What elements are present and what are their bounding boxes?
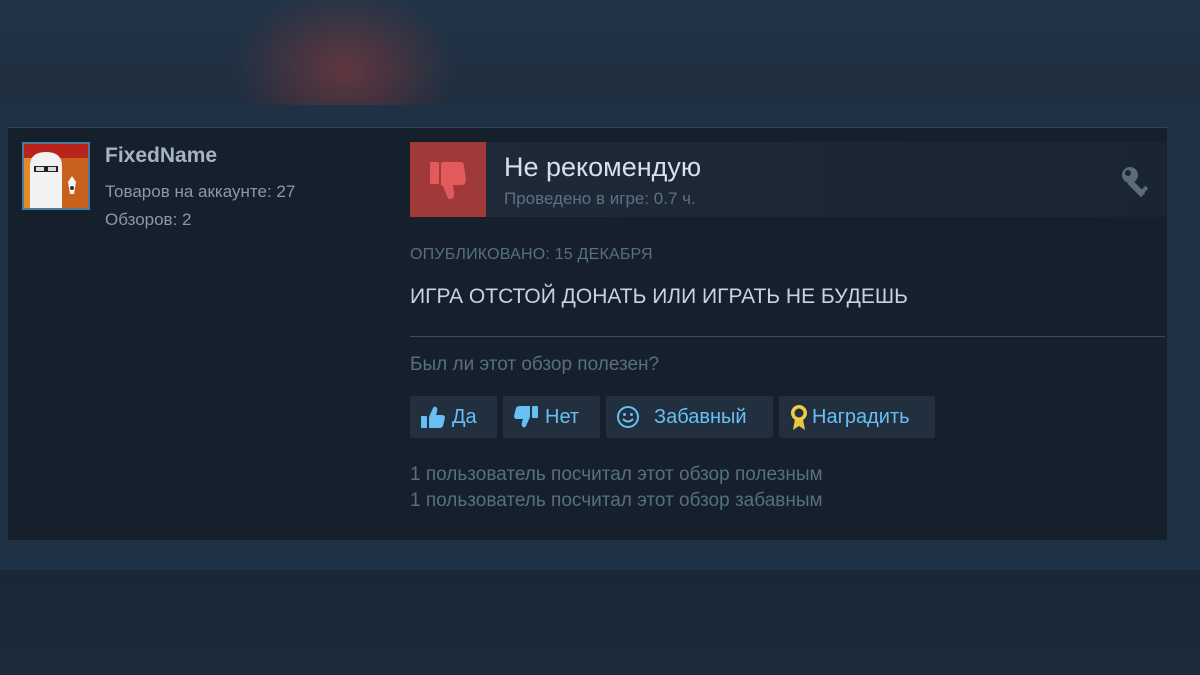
divider <box>410 336 1165 337</box>
review-text: ИГРА ОТСТОЙ ДОНАТЬ ИЛИ ИГРАТЬ НЕ БУДЕШЬ <box>410 285 908 308</box>
vote-info: 1 пользователь посчитал этот обзор полез… <box>410 462 823 514</box>
vote-funny-button[interactable]: Забавный <box>606 396 773 438</box>
reviews-count[interactable]: Обзоров: 2 <box>105 210 192 230</box>
avatar[interactable] <box>22 142 90 210</box>
vote-funny-label: Забавный <box>654 405 747 428</box>
helpful-question: Был ли этот обзор полезен? <box>410 354 660 375</box>
award-label: Наградить <box>812 405 910 428</box>
thumbs-down-icon <box>513 405 539 429</box>
thumbs-up-icon <box>420 405 446 429</box>
award-button[interactable]: Наградить <box>779 396 935 438</box>
page-banner <box>0 0 1200 105</box>
vote-no-label: Нет <box>545 405 580 428</box>
avatar-image <box>24 144 88 208</box>
thumbs-down-icon <box>410 142 486 217</box>
games-owned-count[interactable]: Товаров на аккаунте: 27 <box>105 182 295 202</box>
hours-played: Проведено в игре: 0.7 ч. <box>504 189 696 208</box>
found-helpful-count: 1 пользователь посчитал этот обзор полез… <box>410 464 823 485</box>
award-icon <box>789 403 809 431</box>
found-funny-count: 1 пользователь посчитал этот обзор забав… <box>410 490 823 511</box>
vote-yes-button[interactable]: Да <box>410 396 497 438</box>
vote-no-button[interactable]: Нет <box>503 396 600 438</box>
review-card: FixedName Товаров на аккаунте: 27 Обзоро… <box>8 127 1167 540</box>
review-verdict: Не рекомендую <box>504 152 702 182</box>
smiley-icon <box>616 405 640 429</box>
key-icon <box>1119 164 1153 198</box>
author-name[interactable]: FixedName <box>105 144 217 168</box>
posted-date: ОПУБЛИКОВАНО: 15 ДЕКАБРЯ <box>410 246 653 263</box>
page-footer-background <box>0 570 1200 675</box>
vote-yes-label: Да <box>452 405 477 428</box>
review-header[interactable]: Не рекомендую Проведено в игре: 0.7 ч. <box>410 142 1165 217</box>
